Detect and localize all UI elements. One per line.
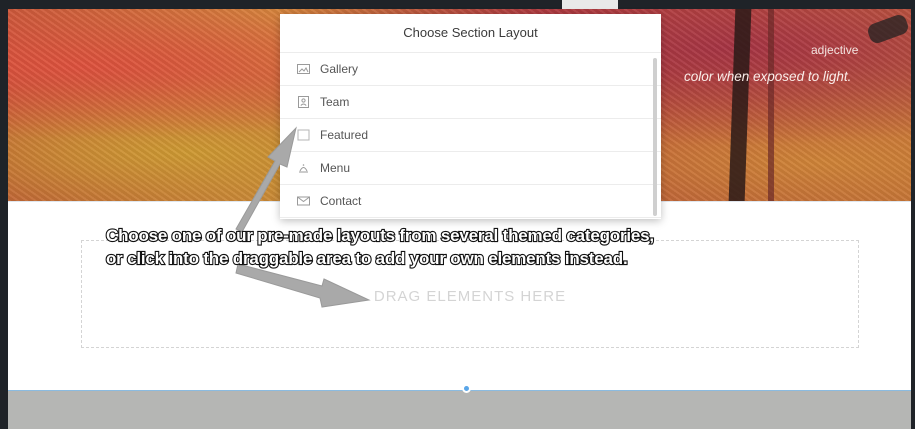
callout-line-2: or click into the draggable area to add … <box>105 248 629 269</box>
featured-icon <box>297 129 310 141</box>
dropdown-scrollbar[interactable] <box>653 58 657 216</box>
layout-option-label: Menu <box>320 161 351 175</box>
window-right-edge <box>911 0 915 429</box>
window-left-edge <box>0 0 8 429</box>
drop-zone-label: DRAG ELEMENTS HERE <box>373 288 567 305</box>
team-icon <box>297 96 310 108</box>
next-section-band[interactable] <box>8 391 911 429</box>
contact-icon <box>297 196 310 207</box>
layout-chooser-dropdown: Choose Section Layout Gallery Team Featu… <box>280 14 661 219</box>
layout-option-contact[interactable]: Contact <box>280 185 661 218</box>
hero-word-type: adjective <box>811 43 859 57</box>
menu-icon <box>297 163 310 174</box>
gallery-icon <box>297 64 310 75</box>
window-top-bar <box>0 0 915 9</box>
layout-option-label: Team <box>320 95 350 109</box>
hero-texture-mark <box>865 12 911 46</box>
layout-option-gallery[interactable]: Gallery <box>280 53 661 86</box>
hero-definition-text: color when exposed to light. <box>684 69 852 84</box>
top-bar-notch <box>562 0 618 9</box>
layout-option-label: Contact <box>320 194 362 208</box>
layout-option-label: Featured <box>320 128 369 142</box>
layout-option-team[interactable]: Team <box>280 86 661 119</box>
add-section-handle[interactable] <box>462 384 471 393</box>
hero-texture-stripe <box>728 9 752 201</box>
layout-option-featured[interactable]: Featured <box>280 119 661 152</box>
callout-line-1: Choose one of our pre-made layouts from … <box>105 225 655 246</box>
dropdown-title: Choose Section Layout <box>280 14 661 53</box>
hero-texture-stripe <box>768 9 774 201</box>
layout-option-label: Gallery <box>320 62 359 76</box>
tutorial-callout: Choose one of our pre-made layouts from … <box>105 224 806 270</box>
layout-option-menu[interactable]: Menu <box>280 152 661 185</box>
